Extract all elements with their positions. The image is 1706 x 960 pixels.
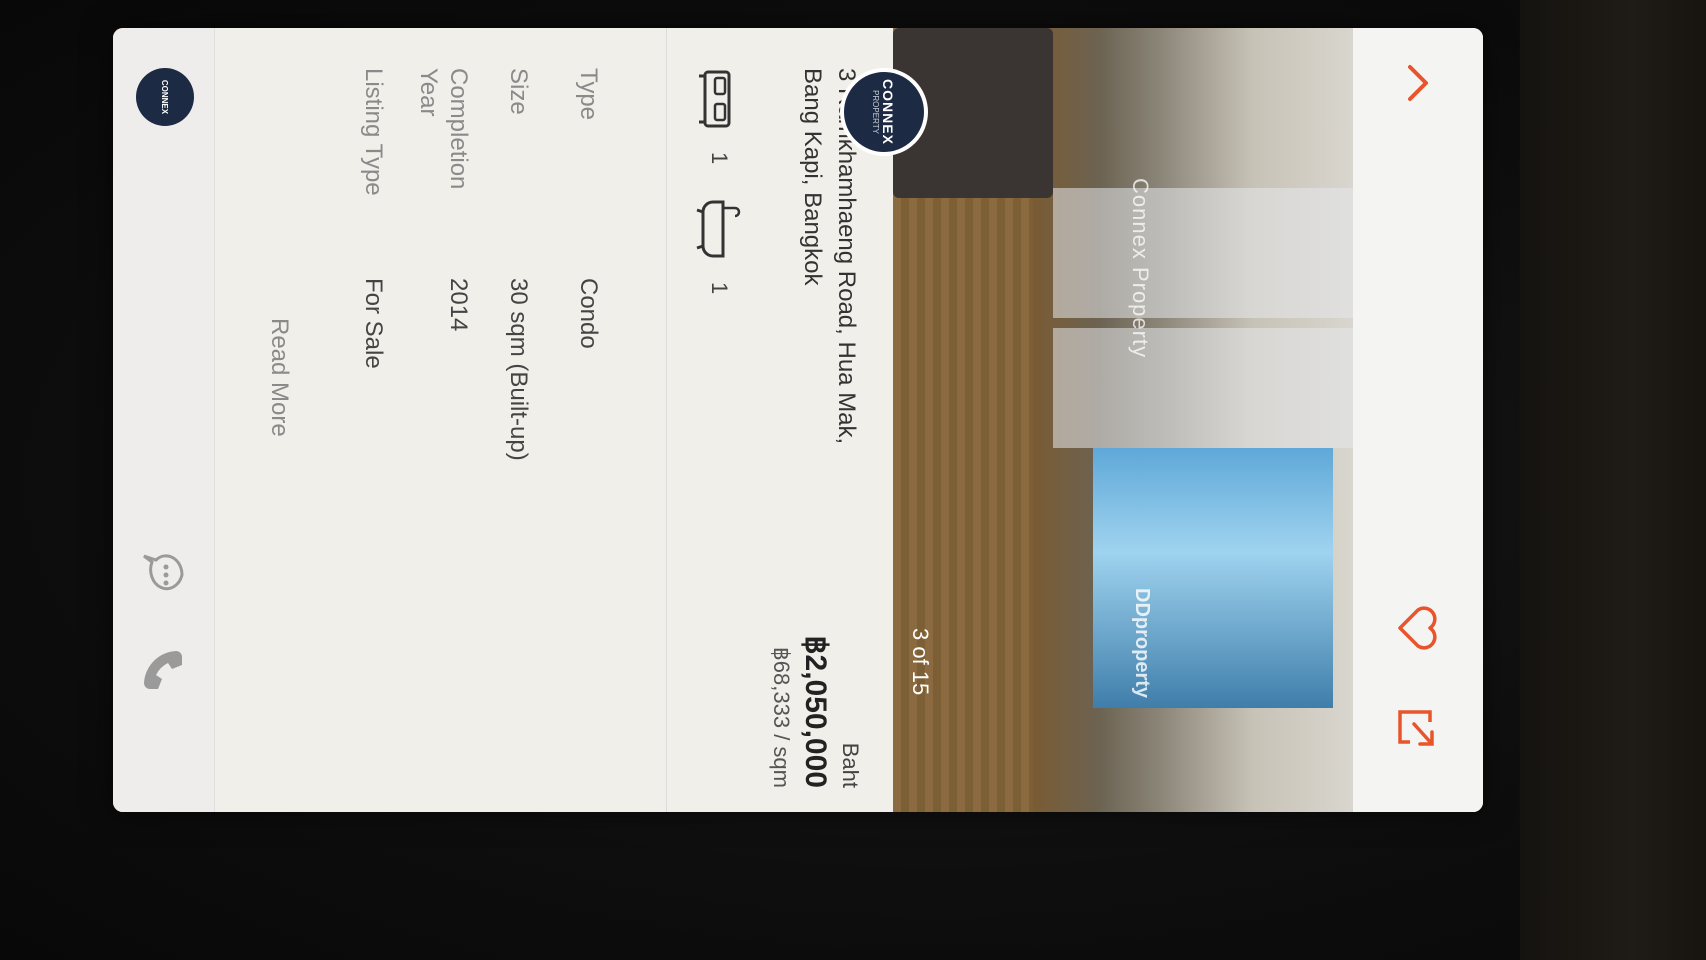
device-bezel xyxy=(1520,0,1706,960)
spec-value: 2014 xyxy=(445,278,472,332)
share-icon xyxy=(1398,710,1434,746)
spec-label: Size xyxy=(505,68,532,115)
spec-row-listing-type: Listing Type For Sale xyxy=(358,68,388,369)
bathroom-count: 1 xyxy=(695,198,743,294)
share-button[interactable] xyxy=(1383,693,1453,763)
spec-value: For Sale xyxy=(360,278,387,369)
watermark-portal: DDproperty xyxy=(1131,588,1153,699)
photo-wall-panel xyxy=(1053,188,1353,318)
listing-app: Connex Property DDproperty 3 of 15 CONNE… xyxy=(113,28,1483,812)
spec-row-completion-year: Completion Year 2014 xyxy=(413,68,473,331)
phone-icon[interactable] xyxy=(136,643,190,697)
price-unit: Baht xyxy=(838,742,863,788)
favorite-button[interactable] xyxy=(1383,593,1453,663)
spec-label: Completion Year xyxy=(415,68,472,190)
agent-logo-text: CONNEX xyxy=(880,79,897,145)
bedroom-count: 1 xyxy=(695,68,743,164)
device-screen: Connex Property DDproperty 3 of 15 CONNE… xyxy=(113,28,1483,812)
bathtub-icon xyxy=(696,200,741,258)
agent-logo[interactable]: CONNEX PROPERTY xyxy=(840,68,928,156)
agent-logo-subtext: PROPERTY xyxy=(871,90,881,134)
top-bar xyxy=(1352,28,1483,812)
bottom-agent-logo[interactable]: CONNEX xyxy=(136,68,194,126)
listing-details: 3 Ramkhamhaeng Road, Hua Mak, Bang Kapi,… xyxy=(213,28,893,812)
divider xyxy=(666,28,667,812)
spec-value: 30 sqm (Built-up) xyxy=(505,278,532,461)
spec-label: Type xyxy=(575,68,602,121)
price-block: Baht ฿2,050,000 ฿68,333 / sqm xyxy=(768,538,863,788)
bedroom-number: 1 xyxy=(707,152,732,165)
spec-label: Listing Type xyxy=(360,68,387,196)
photo-wall-panel xyxy=(1053,328,1353,448)
spec-value: Condo xyxy=(575,278,602,349)
photo-window xyxy=(1093,448,1333,708)
bottom-contact-bar: CONNEX xyxy=(113,28,215,812)
listing-price: ฿2,050,000 xyxy=(799,635,832,788)
chevron-up-icon xyxy=(1408,65,1428,101)
photo-gallery[interactable]: Connex Property DDproperty 3 of 15 xyxy=(893,28,1353,812)
spec-row-type: Type Condo xyxy=(573,68,603,349)
heart-icon xyxy=(1398,606,1437,650)
read-more-link[interactable]: Read More xyxy=(265,318,293,437)
watermark-agent: Connex Property xyxy=(1128,178,1153,359)
price-per-sqm: ฿68,333 / sqm xyxy=(769,646,794,788)
chat-bubble-icon[interactable] xyxy=(136,548,190,602)
spec-row-size: Size 30 sqm (Built-up) xyxy=(503,68,533,461)
bed-icon xyxy=(699,70,731,128)
back-button[interactable] xyxy=(1383,48,1453,118)
photo-counter: 3 of 15 xyxy=(908,628,933,696)
bathroom-number: 1 xyxy=(707,282,732,295)
